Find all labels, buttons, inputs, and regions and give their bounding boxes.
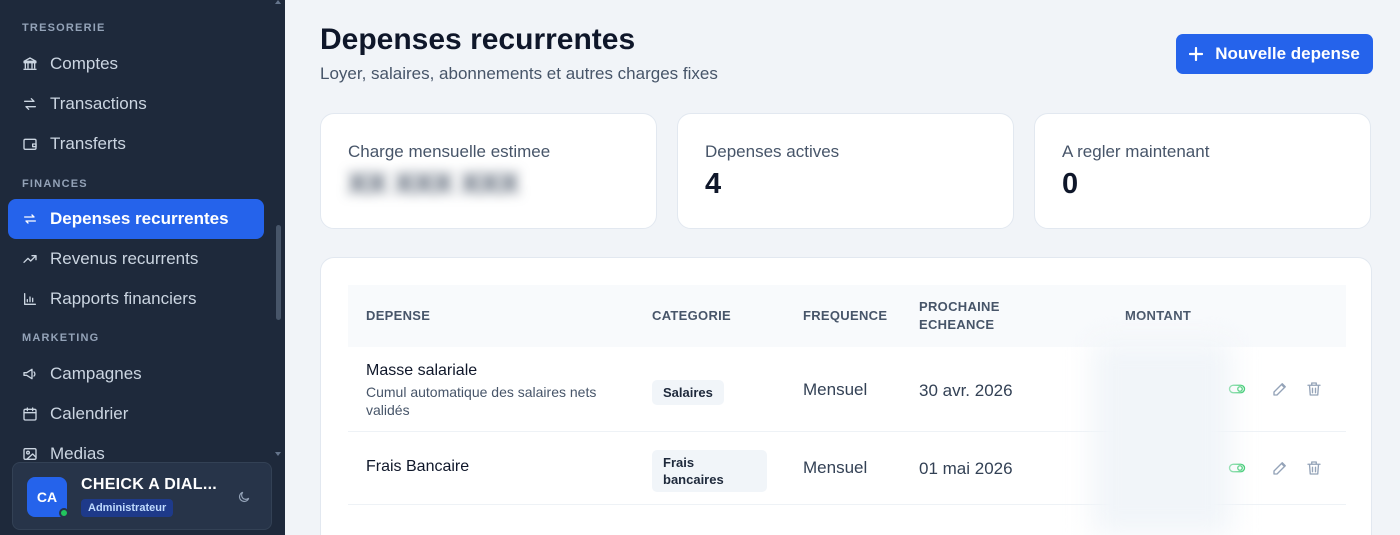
frequency: Mensuel	[803, 458, 868, 477]
stat-value: 0	[1062, 168, 1079, 200]
stat-label: Charge mensuelle estimee	[348, 142, 551, 161]
role-badge: Administrateur	[81, 499, 174, 517]
arrows-exchange-icon	[22, 96, 38, 112]
sidebar-item-transferts[interactable]: Transferts	[8, 124, 264, 164]
online-status-dot	[59, 508, 69, 518]
next-due-date: 30 avr. 2026	[919, 381, 1013, 400]
trash-icon[interactable]	[1305, 380, 1323, 398]
category-badge: Salaires	[652, 380, 724, 405]
sidebar-item-transactions[interactable]: Transactions	[8, 84, 264, 124]
column-header-depense[interactable]: DEPENSE	[366, 285, 430, 347]
sidebar-item-rapports-financiers[interactable]: Rapports financiers	[8, 279, 264, 319]
sidebar-item-label: Revenus recurrents	[50, 249, 199, 268]
repeat-icon	[22, 211, 38, 227]
trash-icon[interactable]	[1305, 459, 1323, 477]
sidebar-item-label: Rapports financiers	[50, 289, 197, 308]
frequency: Mensuel	[803, 380, 868, 399]
scroll-up-arrow[interactable]	[275, 0, 281, 4]
wallet-icon	[22, 136, 38, 152]
bar-chart-icon	[22, 291, 38, 307]
section-label-tresorerie: TRESORERIE	[22, 22, 106, 34]
column-header-line: ECHEANCE	[919, 317, 995, 332]
bank-icon	[22, 56, 38, 72]
sidebar-item-label: Transferts	[50, 134, 126, 153]
sidebar-item-campagnes[interactable]: Campagnes	[8, 354, 264, 394]
user-card[interactable]: CA CHEICK A DIAL... Administrateur	[12, 462, 272, 530]
sidebar-scrollbar[interactable]	[276, 225, 281, 320]
column-header-prochaine-echeance[interactable]: PROCHAINE ECHEANCE	[919, 285, 1000, 347]
trending-up-icon	[22, 251, 38, 267]
next-due-date: 01 mai 2026	[919, 459, 1013, 478]
sidebar-item-label: Medias	[50, 444, 105, 463]
sidebar-item-calendrier[interactable]: Calendrier	[8, 394, 264, 434]
calendar-icon	[22, 406, 38, 422]
expense-name: Masse salariale	[366, 362, 478, 379]
edit-icon[interactable]	[1271, 459, 1289, 477]
sidebar: TRESORERIE Comptes Transactions Transfer…	[0, 0, 285, 535]
table-header: DEPENSE CATEGORIE FREQUENCE PROCHAINE EC…	[348, 285, 1346, 347]
edit-icon[interactable]	[1271, 380, 1289, 398]
section-label-marketing: MARKETING	[22, 332, 100, 344]
stat-label: A regler maintenant	[1062, 142, 1210, 161]
sidebar-item-depenses-recurrentes[interactable]: Depenses recurrentes	[8, 199, 264, 239]
redacted-amount-column	[1092, 340, 1232, 535]
stat-value: 4	[705, 168, 722, 200]
section-label-finances: FINANCES	[22, 178, 88, 190]
image-icon	[22, 446, 38, 462]
new-expense-label: Nouvelle depense	[1215, 44, 1360, 63]
column-header-line: PROCHAINE	[919, 299, 1000, 314]
stat-value-blurred: XX XXX XXX	[348, 168, 519, 200]
sidebar-item-label: Transactions	[50, 94, 147, 113]
plus-icon	[1189, 47, 1204, 61]
column-header-frequence[interactable]: FREQUENCE	[803, 285, 887, 347]
megaphone-icon	[22, 366, 38, 382]
category-badge: Frais bancaires	[652, 450, 767, 492]
user-name: CHEICK A DIAL...	[81, 476, 218, 493]
stat-card-monthly-charge: Charge mensuelle estimee XX XXX XXX	[320, 113, 657, 229]
sidebar-item-label: Depenses recurrentes	[50, 209, 229, 228]
stat-card-active-expenses: Depenses actives 4	[677, 113, 1014, 229]
new-expense-button[interactable]: Nouvelle depense	[1176, 34, 1373, 74]
column-header-categorie[interactable]: CATEGORIE	[652, 285, 731, 347]
expense-description: Cumul automatique des salaires nets vali…	[366, 384, 597, 418]
page-subtitle: Loyer, salaires, abonnements et autres c…	[320, 64, 718, 83]
column-header-montant[interactable]: MONTANT	[1125, 285, 1191, 347]
moon-icon[interactable]	[235, 488, 253, 506]
stat-card-to-settle: A regler maintenant 0	[1034, 113, 1371, 229]
sidebar-item-label: Calendrier	[50, 404, 129, 423]
page-title: Depenses recurrentes	[320, 23, 636, 56]
sidebar-item-label: Comptes	[50, 54, 119, 73]
sidebar-nav: TRESORERIE Comptes Transactions Transfer…	[0, 0, 285, 535]
expense-name: Frais Bancaire	[366, 458, 470, 475]
sidebar-item-revenus-recurrents[interactable]: Revenus recurrents	[8, 239, 264, 279]
sidebar-item-label: Campagnes	[50, 364, 142, 383]
scroll-down-arrow[interactable]	[275, 452, 281, 456]
stat-label: Depenses actives	[705, 142, 840, 161]
sidebar-item-comptes[interactable]: Comptes	[8, 44, 264, 84]
